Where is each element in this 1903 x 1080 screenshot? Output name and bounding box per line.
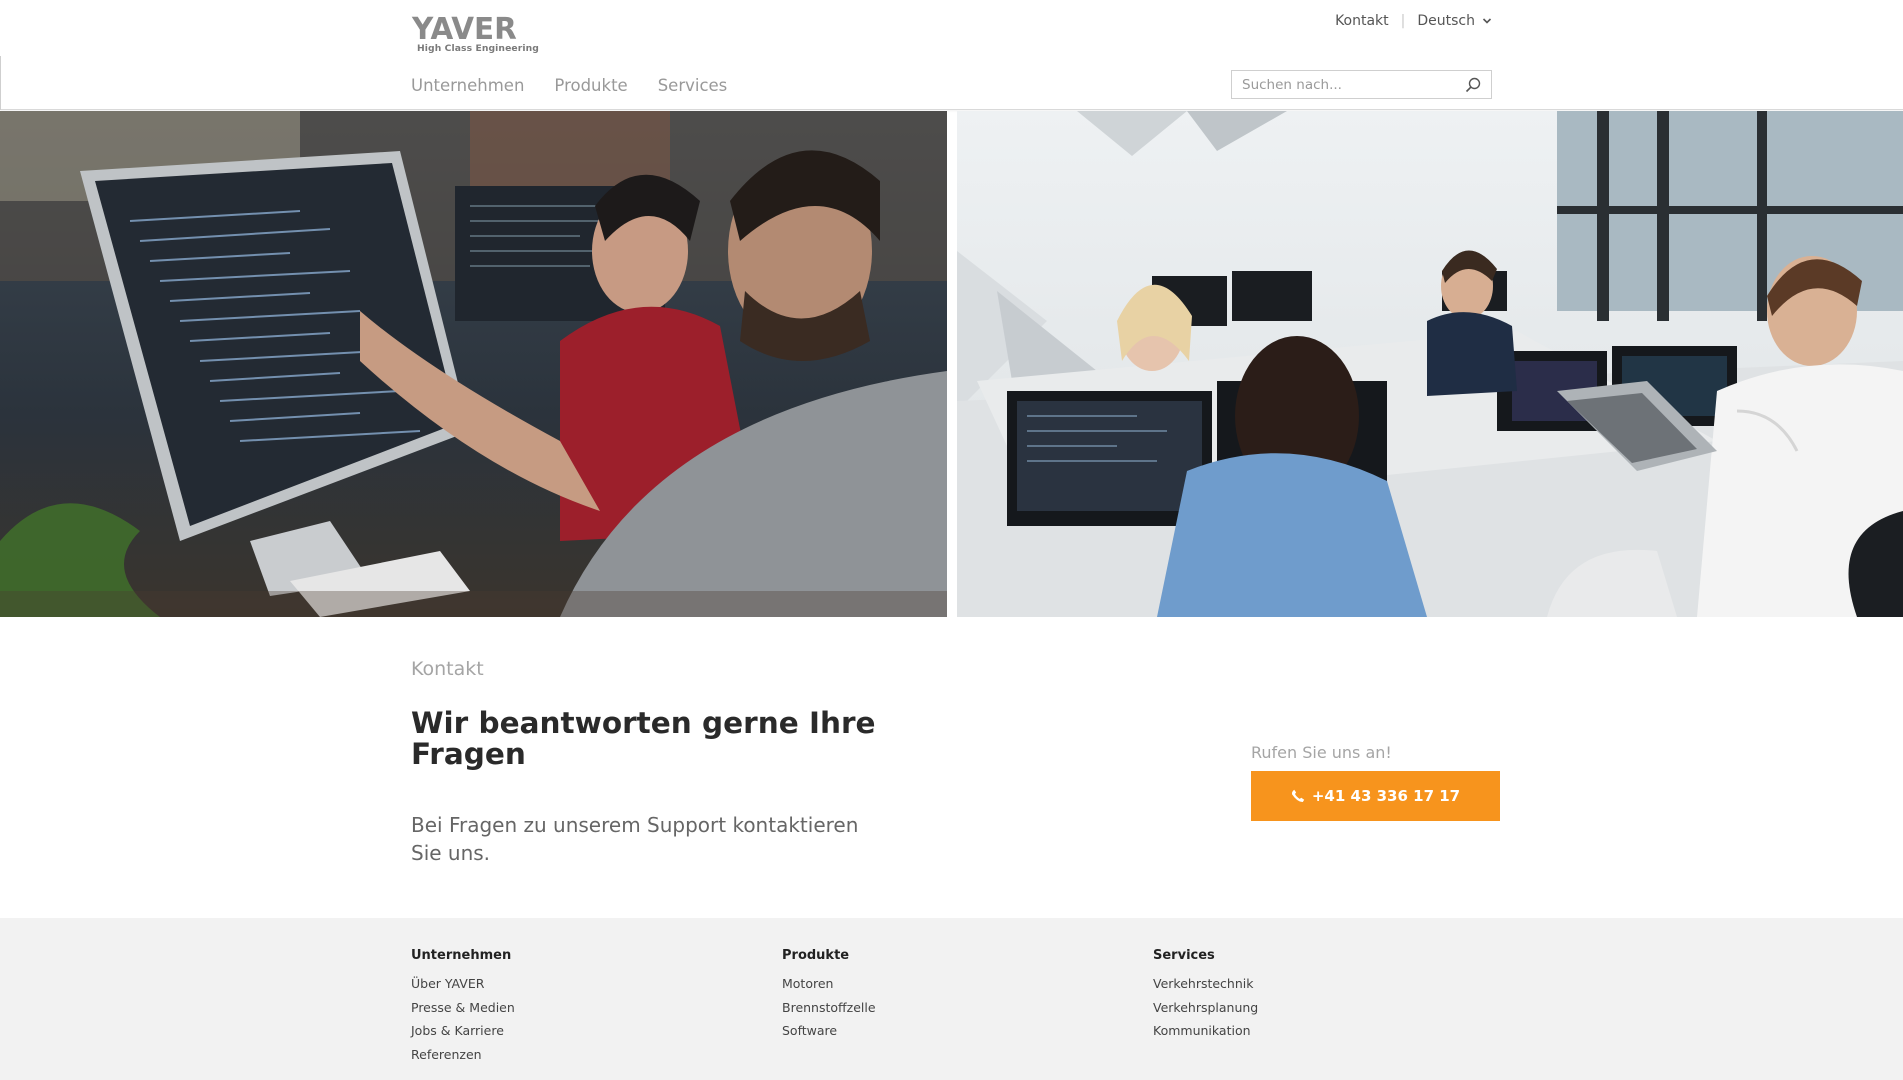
footer-link-ueber-yaver[interactable]: Über YAVER <box>411 972 515 996</box>
nav-item-produkte[interactable]: Produkte <box>554 76 627 95</box>
footer-link-referenzen[interactable]: Referenzen <box>411 1043 515 1067</box>
footer-link-motoren[interactable]: Motoren <box>782 972 876 996</box>
contact-lead-text: Bei Fragen zu unserem Support kontaktier… <box>411 813 859 865</box>
footer-link-presse[interactable]: Presse & Medien <box>411 996 515 1020</box>
search-input[interactable] <box>1232 71 1457 98</box>
footer-heading: Unternehmen <box>411 948 512 963</box>
footer-column-services: Services Verkehrstechnik Verkehrsplanung… <box>1153 948 1258 1043</box>
footer-column-unternehmen: Unternehmen Über YAVER Presse & Medien J… <box>411 948 515 1066</box>
hero-image-developers <box>0 111 947 617</box>
footer-link-kommunikation[interactable]: Kommunikation <box>1153 1019 1258 1043</box>
nav-item-unternehmen[interactable]: Unternehmen <box>411 76 524 95</box>
main-nav: Unternehmen Produkte Services <box>411 76 727 95</box>
site-footer: Unternehmen Über YAVER Presse & Medien J… <box>0 918 1903 1080</box>
section-eyebrow: Kontakt <box>411 658 484 680</box>
phone-number: +41 43 336 17 17 <box>1311 787 1461 805</box>
footer-heading: Services <box>1153 948 1215 963</box>
call-phone-button[interactable]: +41 43 336 17 17 <box>1251 771 1500 821</box>
footer-link-verkehrstechnik[interactable]: Verkehrstechnik <box>1153 972 1258 996</box>
hero-image-office-team <box>957 111 1903 617</box>
logo-tagline: High Class Engineering <box>417 43 539 54</box>
call-hint: Rufen Sie uns an! <box>1251 743 1392 762</box>
contact-headline: Wir beantworten gerne Ihre Fragen <box>411 706 876 771</box>
page: YAVER High Class Engineering Kontakt | D… <box>0 0 1903 1080</box>
search-box <box>1231 70 1492 99</box>
logo-wordmark: YAVER <box>412 12 517 47</box>
site-header: YAVER High Class Engineering Kontakt | D… <box>0 0 1903 110</box>
footer-link-verkehrsplanung[interactable]: Verkehrsplanung <box>1153 996 1258 1020</box>
footer-column-produkte: Produkte Motoren Brennstoffzelle Softwar… <box>782 948 876 1043</box>
chevron-down-icon <box>1482 18 1492 24</box>
footer-link-software[interactable]: Software <box>782 1019 876 1043</box>
language-label: Deutsch <box>1417 13 1475 29</box>
nav-separator: | <box>1400 13 1406 29</box>
top-utility-nav: Kontakt | Deutsch <box>1335 11 1492 31</box>
footer-link-jobs[interactable]: Jobs & Karriere <box>411 1019 515 1043</box>
footer-link-brennstoffzelle[interactable]: Brennstoffzelle <box>782 996 876 1020</box>
search-icon[interactable] <box>1465 77 1481 93</box>
phone-icon <box>1291 789 1305 803</box>
contact-link[interactable]: Kontakt <box>1335 13 1389 29</box>
language-selector[interactable]: Deutsch <box>1417 13 1492 29</box>
brand-logo[interactable]: YAVER High Class Engineering <box>412 12 539 58</box>
footer-heading: Produkte <box>782 948 850 963</box>
header-edge <box>0 56 1 110</box>
nav-item-services[interactable]: Services <box>658 76 728 95</box>
